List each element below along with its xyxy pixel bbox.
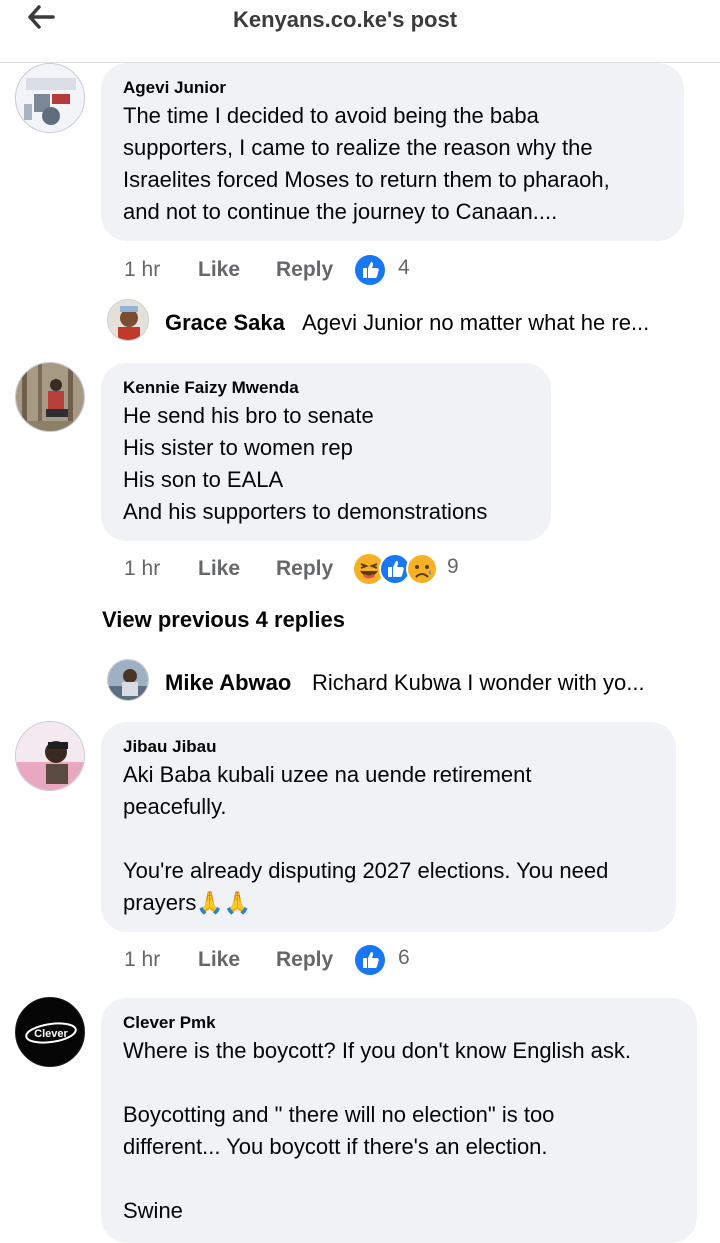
avatar[interactable] — [15, 721, 85, 791]
comment-bubble: Clever Pmk Where is the boycott? If you … — [101, 998, 697, 1243]
comment-bubble: Kennie Faizy Mwenda He send his bro to s… — [101, 363, 551, 541]
comment-actions: 1 hr Like Reply 9 — [124, 553, 484, 585]
reaction-count[interactable]: 9 — [447, 555, 459, 579]
reaction-count[interactable]: 4 — [398, 256, 410, 280]
comment-author[interactable]: Clever Pmk — [123, 1011, 675, 1035]
comment-bubble: Agevi Junior The time I decided to avoid… — [101, 63, 684, 241]
comment-time[interactable]: 1 hr — [124, 258, 160, 282]
reply-text[interactable]: Agevi Junior no matter what he re... — [302, 310, 649, 336]
like-reaction-icon[interactable] — [354, 944, 386, 976]
comment-bubble: Jibau Jibau Aki Baba kubali uzee na uend… — [101, 722, 676, 932]
reply-preview[interactable]: Mike Abwao Richard Kubwa I wonder with y… — [165, 665, 705, 705]
comment-text: Aki Baba kubali uzee na uende retirement… — [123, 759, 654, 919]
reply-author[interactable]: Grace Saka — [165, 310, 285, 336]
reply-button[interactable]: Reply — [276, 258, 333, 282]
comment-author[interactable]: Kennie Faizy Mwenda — [123, 376, 529, 400]
comment-time[interactable]: 1 hr — [124, 557, 160, 581]
clever-logo-text: Clever — [34, 1028, 68, 1040]
comment-time[interactable]: 1 hr — [124, 948, 160, 972]
comment-text: The time I decided to avoid being the ba… — [123, 103, 610, 224]
avatar[interactable] — [107, 659, 149, 701]
reply-preview[interactable]: Grace Saka Agevi Junior no matter what h… — [165, 305, 705, 345]
comment-actions: 1 hr Like Reply 6 — [124, 944, 424, 976]
avatar[interactable]: Clever — [15, 997, 85, 1067]
like-reaction-icon[interactable] — [354, 254, 386, 286]
comment-actions: 1 hr Like Reply 4 — [124, 254, 424, 286]
avatar[interactable] — [15, 63, 85, 133]
comment-author[interactable]: Agevi Junior — [123, 76, 662, 100]
reply-author[interactable]: Mike Abwao — [165, 670, 291, 696]
like-button[interactable]: Like — [198, 258, 240, 282]
comment-author[interactable]: Jibau Jibau — [123, 735, 654, 759]
comment-text: He send his bro to senate His sister to … — [123, 403, 488, 524]
reply-text[interactable]: Richard Kubwa I wonder with yo... — [312, 670, 645, 696]
avatar[interactable] — [107, 299, 149, 341]
praying-hands-emoji: 🙏🙏 — [196, 890, 252, 915]
comment-text: Where is the boycott? If you don't know … — [123, 1038, 632, 1223]
like-button[interactable]: Like — [198, 557, 240, 581]
reply-button[interactable]: Reply — [276, 948, 333, 972]
reaction-count[interactable]: 6 — [398, 946, 410, 970]
sad-reaction-icon[interactable] — [406, 553, 438, 585]
post-header: Kenyans.co.ke's post — [0, 0, 720, 63]
like-button[interactable]: Like — [198, 948, 240, 972]
reply-button[interactable]: Reply — [276, 557, 333, 581]
page-title: Kenyans.co.ke's post — [232, 7, 458, 32]
view-previous-replies-link[interactable]: View previous 4 replies — [102, 607, 345, 633]
avatar[interactable] — [15, 362, 85, 432]
